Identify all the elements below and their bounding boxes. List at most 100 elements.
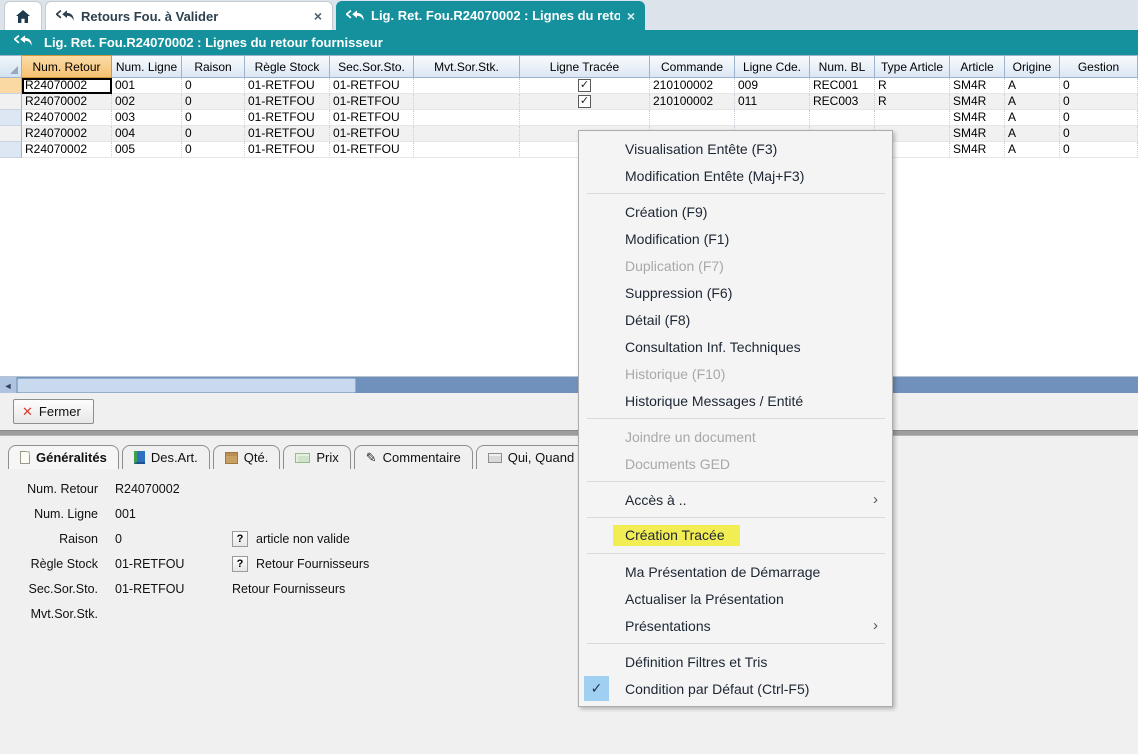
cell-article[interactable]: SM4R (950, 94, 1005, 110)
cell-regle_stock[interactable]: 01-RETFOU (245, 78, 330, 94)
tab-2[interactable]: Lig. Ret. Fou.R24070002 : Lignes du reto… (336, 1, 645, 30)
table-row[interactable]: R24070002002001-RETFOU01-RETFOU✓21010000… (0, 94, 1138, 110)
cell-mvt_sor_stk[interactable] (414, 110, 520, 126)
cell-regle_stock[interactable]: 01-RETFOU (245, 142, 330, 158)
column-header-num_bl[interactable]: Num. BL (810, 55, 875, 78)
table-row[interactable]: R24070002003001-RETFOU01-RETFOUSM4RA0 (0, 110, 1138, 126)
tab-close-icon[interactable]: × (314, 8, 322, 24)
cell-num_bl[interactable]: REC001 (810, 78, 875, 94)
scrollbar-thumb[interactable] (17, 378, 356, 393)
cell-commande[interactable] (650, 110, 735, 126)
column-header-num_ligne[interactable]: Num. Ligne (112, 55, 182, 78)
cell-raison[interactable]: 0 (182, 142, 245, 158)
cell-gestion[interactable]: 0 (1060, 126, 1138, 142)
menu-item-actualiser-la-pr-sentation[interactable]: Actualiser la Présentation (579, 585, 892, 612)
cell-num_retour[interactable]: R24070002 (22, 78, 112, 94)
cell-gestion[interactable]: 0 (1060, 110, 1138, 126)
cell-ligne_cde[interactable]: 009 (735, 78, 810, 94)
cell-gestion[interactable]: 0 (1060, 94, 1138, 110)
cell-article[interactable]: SM4R (950, 126, 1005, 142)
cell-num_retour[interactable]: R24070002 (22, 94, 112, 110)
cell-type_article[interactable]: R (875, 94, 950, 110)
cell-mvt_sor_stk[interactable] (414, 142, 520, 158)
cell-type_article[interactable]: R (875, 78, 950, 94)
cell-num_retour[interactable]: R24070002 (22, 110, 112, 126)
menu-item-pr-sentations[interactable]: Présentations› (579, 612, 892, 639)
menu-item-modification-ent-te-maj-f3-[interactable]: Modification Entête (Maj+F3) (579, 162, 892, 189)
tab-1[interactable]: Retours Fou. à Valider× (45, 1, 333, 30)
table-row[interactable]: R24070002001001-RETFOU01-RETFOU✓21010000… (0, 78, 1138, 94)
cell-sec_sor_sto[interactable]: 01-RETFOU (330, 94, 414, 110)
row-selector[interactable] (0, 94, 22, 110)
table-row[interactable]: R24070002005001-RETFOU01-RETFOUSM4RA0 (0, 142, 1138, 158)
row-selector[interactable] (0, 110, 22, 126)
menu-item-d-finition-filtres-et-tris[interactable]: Définition Filtres et Tris (579, 648, 892, 675)
cell-raison[interactable]: 0 (182, 126, 245, 142)
detail-tab-qt-[interactable]: Qté. (213, 445, 281, 469)
cell-num_ligne[interactable]: 003 (112, 110, 182, 126)
menu-item-modification-f1-[interactable]: Modification (F1) (579, 225, 892, 252)
cell-sec_sor_sto[interactable]: 01-RETFOU (330, 110, 414, 126)
column-header-raison[interactable]: Raison (182, 55, 245, 78)
grid-corner-cell[interactable] (0, 55, 22, 78)
cell-sec_sor_sto[interactable]: 01-RETFOU (330, 142, 414, 158)
row-selector[interactable] (0, 142, 22, 158)
checkbox-checked-icon[interactable]: ✓ (578, 79, 591, 92)
cell-origine[interactable]: A (1005, 142, 1060, 158)
cell-regle_stock[interactable]: 01-RETFOU (245, 110, 330, 126)
column-header-sec_sor_sto[interactable]: Sec.Sor.Sto. (330, 55, 414, 78)
cell-origine[interactable]: A (1005, 110, 1060, 126)
menu-item-cr-ation-f9-[interactable]: Création (F9) (579, 198, 892, 225)
menu-item-d-tail-f8-[interactable]: Détail (F8) (579, 306, 892, 333)
cell-num_ligne[interactable]: 005 (112, 142, 182, 158)
column-header-mvt_sor_stk[interactable]: Mvt.Sor.Stk. (414, 55, 520, 78)
horizontal-scrollbar[interactable]: ◄ (0, 376, 1138, 393)
cell-gestion[interactable]: 0 (1060, 142, 1138, 158)
cell-num_ligne[interactable]: 004 (112, 126, 182, 142)
close-button[interactable]: ✕ Fermer (13, 399, 94, 424)
cell-ligne_cde[interactable]: 011 (735, 94, 810, 110)
cell-gestion[interactable]: 0 (1060, 78, 1138, 94)
detail-tab-g-n-ralit-s[interactable]: Généralités (8, 445, 119, 469)
home-tab[interactable] (4, 1, 42, 30)
tab-close-icon[interactable]: × (627, 8, 635, 24)
column-header-num_retour[interactable]: Num. Retour (22, 55, 112, 78)
cell-num_retour[interactable]: R24070002 (22, 142, 112, 158)
detail-tab-commentaire[interactable]: ✎Commentaire (354, 445, 473, 469)
cell-origine[interactable]: A (1005, 78, 1060, 94)
cell-raison[interactable]: 0 (182, 78, 245, 94)
column-header-gestion[interactable]: Gestion (1060, 55, 1138, 78)
cell-mvt_sor_stk[interactable] (414, 126, 520, 142)
cell-article[interactable]: SM4R (950, 110, 1005, 126)
help-button[interactable]: ? (232, 531, 248, 547)
cell-num_retour[interactable]: R24070002 (22, 126, 112, 142)
help-button[interactable]: ? (232, 556, 248, 572)
cell-origine[interactable]: A (1005, 94, 1060, 110)
column-header-article[interactable]: Article (950, 55, 1005, 78)
detail-tab-prix[interactable]: Prix (283, 445, 350, 469)
menu-item-visualisation-ent-te-f3-[interactable]: Visualisation Entête (F3) (579, 135, 892, 162)
menu-item-consultation-inf-techniques[interactable]: Consultation Inf. Techniques (579, 333, 892, 360)
cell-type_article[interactable] (875, 110, 950, 126)
column-header-origine[interactable]: Origine (1005, 55, 1060, 78)
cell-mvt_sor_stk[interactable] (414, 94, 520, 110)
menu-item-ma-pr-sentation-de-d-marrage[interactable]: Ma Présentation de Démarrage (579, 558, 892, 585)
menu-item-suppression-f6-[interactable]: Suppression (F6) (579, 279, 892, 306)
cell-ligne_tracee[interactable]: ✓ (520, 78, 650, 94)
cell-sec_sor_sto[interactable]: 01-RETFOU (330, 78, 414, 94)
cell-num_ligne[interactable]: 002 (112, 94, 182, 110)
checkbox-checked-icon[interactable]: ✓ (578, 95, 591, 108)
cell-ligne_tracee[interactable]: ✓ (520, 94, 650, 110)
cell-mvt_sor_stk[interactable] (414, 78, 520, 94)
menu-item-acc-s-[interactable]: Accès à ..› (579, 486, 892, 513)
detail-tab-des-art-[interactable]: Des.Art. (122, 445, 210, 469)
cell-num_ligne[interactable]: 001 (112, 78, 182, 94)
cell-raison[interactable]: 0 (182, 110, 245, 126)
cell-commande[interactable]: 210100002 (650, 78, 735, 94)
cell-sec_sor_sto[interactable]: 01-RETFOU (330, 126, 414, 142)
cell-num_bl[interactable] (810, 110, 875, 126)
cell-regle_stock[interactable]: 01-RETFOU (245, 126, 330, 142)
column-header-type_article[interactable]: Type Article (875, 55, 950, 78)
scroll-left-button[interactable]: ◄ (0, 377, 17, 394)
column-header-commande[interactable]: Commande (650, 55, 735, 78)
